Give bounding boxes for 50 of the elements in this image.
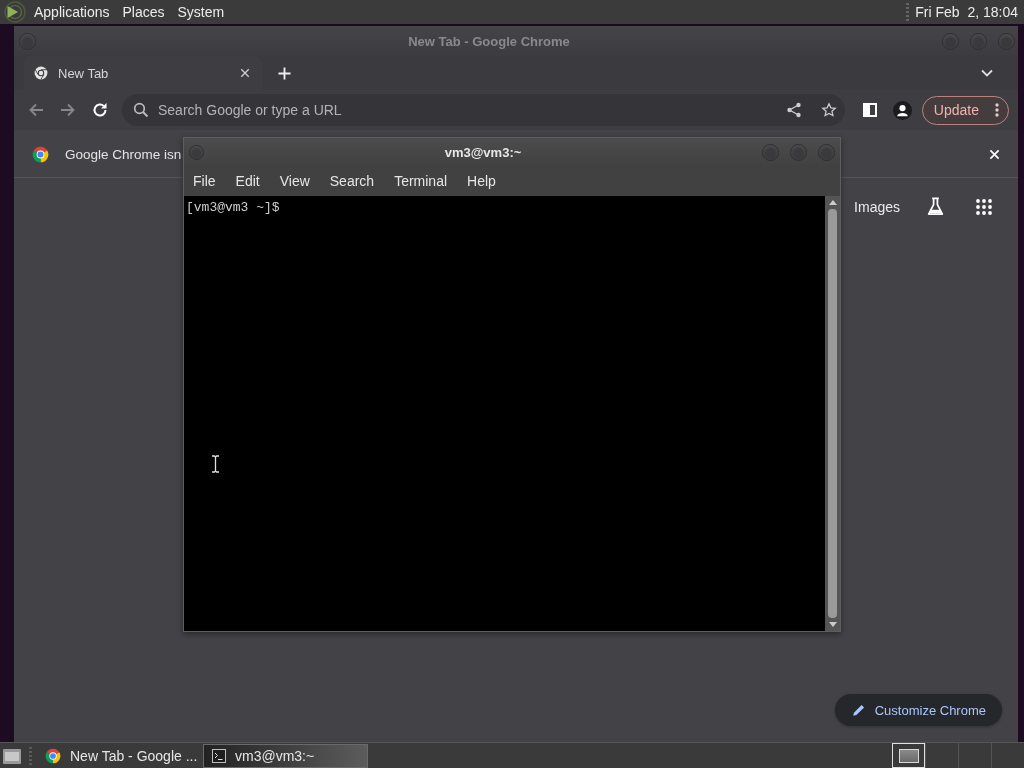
browser-logo-icon bbox=[34, 66, 48, 80]
flask-icon[interactable] bbox=[926, 197, 945, 216]
window-thumbnail bbox=[898, 748, 919, 763]
text-cursor-icon bbox=[211, 455, 220, 473]
side-panel-icon[interactable] bbox=[862, 103, 877, 117]
panel-menu[interactable]: System bbox=[177, 4, 225, 20]
taskbar-button[interactable]: New Tab - Google ... bbox=[36, 743, 201, 768]
drag-handle-icon bbox=[29, 746, 32, 765]
close-icon[interactable] bbox=[240, 68, 250, 78]
address-bar[interactable]: Search Google or type a URL bbox=[122, 94, 845, 126]
pencil-icon bbox=[851, 703, 866, 717]
search-icon bbox=[133, 102, 149, 118]
menu-bar-item[interactable]: File bbox=[193, 173, 216, 189]
info-bar-message: Google Chrome isn bbox=[65, 147, 182, 162]
customize-chrome-button[interactable]: Customize Chrome bbox=[834, 694, 1002, 726]
panel-menu[interactable]: Places bbox=[122, 4, 165, 20]
menu-bar-item[interactable]: Edit bbox=[235, 173, 260, 189]
apps-grid-icon[interactable] bbox=[975, 197, 993, 216]
menu-bar-item[interactable]: Terminal bbox=[394, 173, 448, 189]
menu-bar-item[interactable]: Search bbox=[329, 173, 375, 189]
star-icon[interactable] bbox=[820, 102, 837, 118]
browser-logo-icon bbox=[32, 146, 49, 163]
images-link[interactable]: Images bbox=[854, 198, 900, 215]
panel-logo-icon[interactable] bbox=[4, 1, 26, 23]
chevron-down-icon[interactable] bbox=[981, 69, 993, 77]
clock[interactable]: Fri Feb 2, 18:04 bbox=[915, 4, 1018, 20]
scrollbar-thumb[interactable] bbox=[828, 209, 837, 618]
prompt-line: [vm3@vm3 ~]$ bbox=[186, 200, 281, 215]
back-arrow-icon[interactable] bbox=[28, 102, 44, 118]
update-button[interactable]: Update bbox=[921, 95, 1009, 125]
terminal-icon bbox=[212, 748, 226, 763]
forward-arrow-icon[interactable] bbox=[60, 102, 76, 118]
terminal-output[interactable]: [vm3@vm3 ~]$ bbox=[184, 196, 825, 631]
window-title: New Tab - Google Chrome bbox=[407, 33, 571, 49]
browser-logo-icon bbox=[45, 747, 61, 764]
menu-bar-item[interactable]: View bbox=[279, 173, 310, 189]
panel-menu[interactable]: Applications bbox=[34, 4, 110, 20]
scrollbar[interactable] bbox=[825, 196, 840, 631]
drag-handle-icon bbox=[906, 3, 910, 21]
share-icon[interactable] bbox=[785, 102, 802, 118]
plus-icon[interactable] bbox=[278, 66, 291, 80]
address-input[interactable]: Search Google or type a URL bbox=[158, 102, 777, 118]
menu-bar-item[interactable]: Help bbox=[467, 173, 496, 189]
window-title: vm3@vm3:~ bbox=[443, 144, 523, 160]
profile-icon[interactable] bbox=[892, 100, 912, 120]
scroll-down-icon[interactable] bbox=[828, 622, 837, 627]
scroll-up-icon[interactable] bbox=[828, 200, 837, 205]
taskbar-button[interactable]: vm3@vm3:~ bbox=[203, 743, 368, 768]
kebab-menu-icon bbox=[995, 103, 999, 117]
reload-icon[interactable] bbox=[92, 102, 108, 118]
